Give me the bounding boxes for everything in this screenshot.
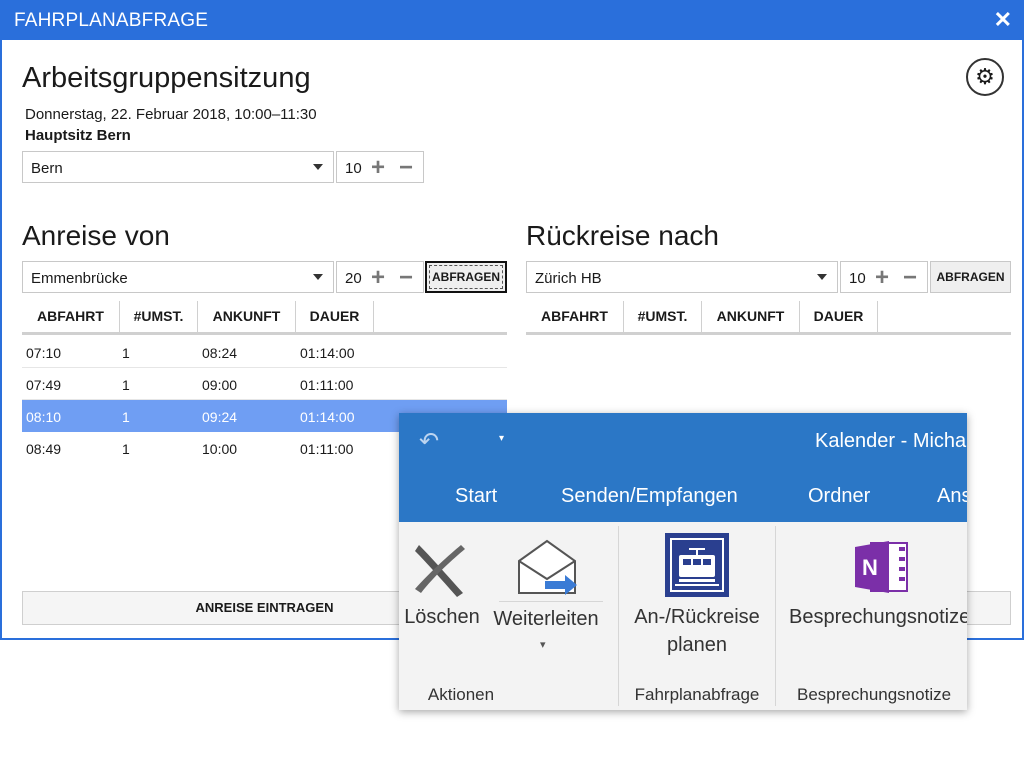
chevron-down-icon[interactable]: ▾ <box>540 638 546 651</box>
cell-umst: 1 <box>122 377 130 393</box>
svg-text:N: N <box>862 555 878 580</box>
cell-abfahrt: 08:49 <box>26 441 62 457</box>
group-label-actions: Aktionen <box>427 685 495 704</box>
tab-start[interactable]: Start <box>455 485 497 508</box>
cell-dauer: 01:11:00 <box>300 441 354 457</box>
meeting-location: Hauptsitz Bern <box>25 127 131 144</box>
meeting-notes-button[interactable]: N Besprechungsnotize <box>779 533 967 643</box>
train-icon <box>665 533 729 597</box>
rueckreise-heading: Rückreise nach <box>526 220 719 251</box>
tab-ansicht[interactable]: Ans <box>937 485 967 508</box>
cell-abfahrt: 07:49 <box>26 377 62 393</box>
anreise-from-value: Emmenbrücke <box>31 270 128 287</box>
column-header-umst[interactable]: #UMST. <box>120 301 198 332</box>
cell-ankunft: 10:00 <box>202 441 238 457</box>
column-header-abfahrt[interactable]: ABFAHRT <box>526 301 624 332</box>
tab-ordner[interactable]: Ordner <box>808 485 870 508</box>
outlook-ribbon-overlay: ↶ ▾ Kalender - Micha Start Senden/Empfan… <box>399 413 967 710</box>
cell-ankunft: 09:00 <box>202 377 238 393</box>
plus-icon[interactable]: + <box>875 264 889 292</box>
forward-button[interactable]: Weiterleiten ▾ <box>489 533 603 663</box>
column-header-dauer[interactable]: DAUER <box>296 301 374 332</box>
minus-icon[interactable]: − <box>399 264 413 292</box>
settings-button[interactable]: ⚙ <box>966 58 1004 96</box>
column-header-abfahrt[interactable]: ABFAHRT <box>22 301 120 332</box>
forward-label: Weiterleiten <box>493 608 599 630</box>
delete-label: Löschen <box>404 606 480 628</box>
anreise-from-select[interactable]: Emmenbrücke <box>22 261 334 293</box>
cell-umst: 1 <box>122 409 130 425</box>
minus-icon[interactable]: − <box>903 264 917 292</box>
meeting-datetime: Donnerstag, 22. Februar 2018, 10:00–11:3… <box>25 106 317 123</box>
title-bar: FAHRPLANABFRAGE ✕ <box>2 0 1024 40</box>
rueckreise-query-button[interactable]: ABFRAGEN <box>930 261 1011 293</box>
anreise-count-value: 20 <box>345 270 362 287</box>
chevron-down-icon <box>817 274 827 280</box>
forward-mail-icon <box>518 539 577 595</box>
delete-button[interactable]: Löschen <box>401 533 483 643</box>
undo-icon[interactable]: ↶ <box>419 427 439 456</box>
meeting-count-stepper[interactable]: 10 + − <box>336 151 424 183</box>
minus-icon[interactable]: − <box>399 154 413 182</box>
travel-label-line2: planen <box>666 634 728 656</box>
table-row[interactable]: 07:49 1 09:00 01:11:00 <box>22 368 507 400</box>
split-divider <box>499 601 603 602</box>
anreise-heading: Anreise von <box>22 220 170 251</box>
meeting-place-value: Bern <box>31 160 63 177</box>
cell-umst: 1 <box>122 345 130 361</box>
cell-dauer: 01:11:00 <box>300 377 354 393</box>
group-divider <box>775 526 776 706</box>
rueckreise-count-value: 10 <box>849 270 866 287</box>
window-title: FAHRPLANABFRAGE <box>14 10 209 31</box>
group-label-notes: Besprechungsnotize <box>797 685 952 704</box>
delete-x-icon <box>415 545 465 597</box>
cell-ankunft: 08:24 <box>202 345 238 361</box>
table-row[interactable]: 07:10 1 08:24 01:14:00 <box>22 336 507 368</box>
rueckreise-to-value: Zürich HB <box>535 270 602 287</box>
meeting-count-value: 10 <box>345 160 362 177</box>
column-header-ankunft[interactable]: ANKUNFT <box>702 301 800 332</box>
meeting-title: Arbeitsgruppensitzung <box>22 62 311 94</box>
quick-access-dropdown-icon[interactable]: ▾ <box>499 433 504 444</box>
travel-label-line1: An-/Rückreise <box>634 606 760 628</box>
close-icon[interactable]: ✕ <box>994 7 1012 33</box>
onenote-icon: N <box>855 541 908 593</box>
cell-umst: 1 <box>122 441 130 457</box>
chevron-down-icon <box>313 164 323 170</box>
outlook-header: ↶ ▾ Kalender - Micha Start Senden/Empfan… <box>399 413 967 522</box>
gear-icon: ⚙ <box>975 64 995 89</box>
rueckreise-to-select[interactable]: Zürich HB <box>526 261 838 293</box>
group-label-timetable: Fahrplanabfrage <box>634 685 760 704</box>
meeting-notes-label: Besprechungsnotize <box>789 606 967 628</box>
cell-abfahrt: 08:10 <box>26 409 62 425</box>
outlook-window-title: Kalender - Micha <box>815 430 967 452</box>
plus-icon[interactable]: + <box>371 264 385 292</box>
chevron-down-icon <box>313 274 323 280</box>
rueckreise-count-stepper[interactable]: 10 + − <box>840 261 928 293</box>
group-divider <box>618 526 619 706</box>
meeting-place-select[interactable]: Bern <box>22 151 334 183</box>
cell-dauer: 01:14:00 <box>300 409 355 425</box>
cell-ankunft: 09:24 <box>202 409 238 425</box>
column-header-umst[interactable]: #UMST. <box>624 301 702 332</box>
rueckreise-table-header: ABFAHRT #UMST. ANKUNFT DAUER <box>526 301 1011 335</box>
column-header-dauer[interactable]: DAUER <box>800 301 878 332</box>
anreise-count-stepper[interactable]: 20 + − <box>336 261 424 293</box>
column-header-ankunft[interactable]: ANKUNFT <box>198 301 296 332</box>
travel-planning-button[interactable]: An-/Rückreise planen <box>621 533 773 663</box>
anreise-table-header: ABFAHRT #UMST. ANKUNFT DAUER <box>22 301 507 335</box>
plus-icon[interactable]: + <box>371 154 385 182</box>
anreise-query-button[interactable]: ABFRAGEN <box>425 261 507 293</box>
cell-abfahrt: 07:10 <box>26 345 62 361</box>
tab-senden-empfangen[interactable]: Senden/Empfangen <box>561 485 738 508</box>
cell-dauer: 01:14:00 <box>300 345 355 361</box>
